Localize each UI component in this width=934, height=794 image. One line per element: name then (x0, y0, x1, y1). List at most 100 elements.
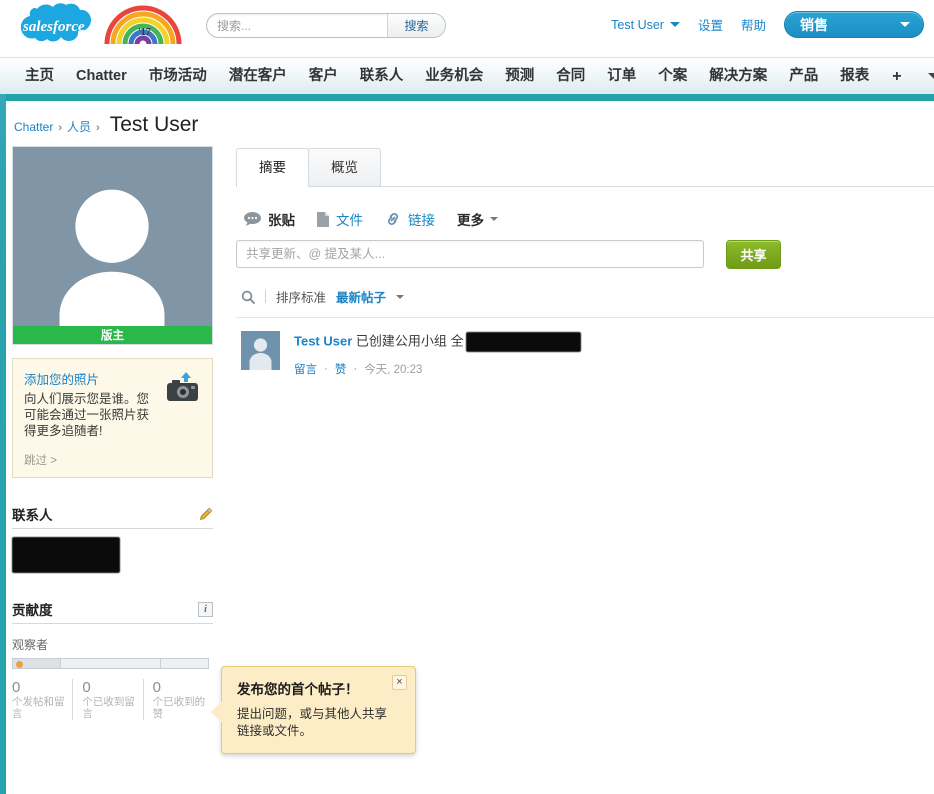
nav-tab-orders[interactable]: 订单 (596, 60, 647, 93)
tab-overview[interactable]: 概览 (308, 148, 381, 186)
share-button[interactable]: 共享 (726, 240, 781, 269)
page-body: 版主 添加您的照片 向人们展示您是谁。您可能会通过一张照片获得更多追随者! 跳过… (0, 146, 934, 720)
contacts-header: 联系人 (12, 504, 213, 529)
user-avatar-icon (249, 338, 272, 370)
edit-contacts-button[interactable] (198, 507, 213, 522)
nav-tab-forecasts[interactable]: 预测 (494, 60, 545, 93)
nav-tab-contracts[interactable]: 合同 (545, 60, 596, 93)
feed-post-author[interactable]: Test User (294, 333, 352, 348)
divider (265, 290, 266, 303)
nav-tab-campaigns[interactable]: 市场活动 (138, 60, 218, 93)
info-icon[interactable]: i (198, 601, 213, 617)
nav-tab-home[interactable]: 主页 (14, 60, 65, 93)
pencil-icon (199, 507, 213, 520)
contribution-section: 贡献度 i 观察者 0 个发帖和留言 0 个已收到留言 0 个已收到的赞 (12, 599, 213, 720)
tooltip-close-button[interactable]: × (392, 675, 407, 690)
breadcrumb-root[interactable]: Chatter (14, 120, 53, 134)
contacts-title: 联系人 (12, 508, 53, 523)
app-selector[interactable]: 销售 (784, 11, 924, 38)
stat-value: 0 (152, 679, 161, 696)
stat-comments-received: 0 个已收到留言 (72, 679, 142, 720)
chevron-down-icon (490, 217, 498, 221)
publisher-more-button[interactable]: 更多 (457, 209, 498, 229)
comment-link[interactable]: 留言 (294, 361, 317, 377)
nav-tab-solutions[interactable]: 解决方案 (698, 60, 778, 93)
salesforce-logo[interactable]: salesforce '17 (7, 0, 182, 52)
publisher-action-link[interactable]: 链接 (385, 209, 435, 229)
svg-text:salesforce: salesforce (22, 19, 85, 35)
publisher-action-label: 链接 (408, 213, 435, 228)
nav-tab-reports[interactable]: 报表 (829, 60, 880, 93)
profile-main: 摘要 概览 张贴 文件 链接 更多 共享更新、@ 提及某人... 共享 排序标准… (214, 146, 934, 720)
sort-value[interactable]: 最新帖子 (336, 287, 386, 306)
help-link[interactable]: 帮助 (741, 15, 766, 34)
meta-separator: · (324, 363, 328, 375)
search-button[interactable]: 搜索 (387, 14, 445, 37)
nav-tab-chatter[interactable]: Chatter (65, 60, 138, 93)
left-accent-stripe (0, 57, 6, 794)
file-icon (317, 211, 329, 227)
chevron-down-icon[interactable] (396, 294, 405, 299)
tooltip-title: 发布您的首个帖子！ (237, 682, 359, 697)
setup-link[interactable]: 设置 (698, 15, 723, 34)
progress-segment (61, 659, 161, 668)
stat-value: 0 (12, 679, 21, 696)
feed-post-timestamp: 今天, 20:23 (364, 364, 423, 376)
feed-post-target[interactable]: 全 (451, 333, 464, 348)
chat-bubble-icon (244, 212, 261, 226)
nav-tab-opportunities[interactable]: 业务机会 (414, 60, 494, 93)
add-photo-prompt: 添加您的照片 向人们展示您是谁。您可能会通过一张照片获得更多追随者! 跳过 > (12, 358, 213, 478)
feed-post-action: 已创建公用小组 (355, 333, 447, 349)
publisher-action-file[interactable]: 文件 (317, 209, 363, 229)
nav-tab-leads[interactable]: 潜在客户 (218, 60, 298, 93)
nav-tab-cases[interactable]: 个案 (647, 60, 698, 93)
primary-nav: 主页 Chatter 市场活动 潜在客户 客户 联系人 业务机会 预测 合同 订… (0, 57, 934, 94)
avatar[interactable] (241, 331, 280, 370)
nav-tab-contacts[interactable]: 联系人 (349, 60, 415, 93)
nav-tab-accounts[interactable]: 客户 (298, 60, 349, 93)
user-menu[interactable]: Test User (611, 18, 680, 32)
app-root: salesforce '17 搜索... 搜索 Test User 设置 帮助 … (0, 0, 934, 794)
publisher-more-label: 更多 (457, 213, 484, 228)
publisher-actions: 张贴 文件 链接 更多 (236, 209, 934, 229)
publisher-action-label: 张贴 (268, 213, 295, 228)
breadcrumb-parent[interactable]: 人员 (67, 118, 91, 135)
search-input[interactable] (207, 14, 387, 37)
breadcrumb-separator: › (96, 122, 100, 134)
app-selector-label: 销售 (800, 16, 828, 33)
feed-post-body: Test User 已创建公用小组 全 留言 · 赞 · 今天, 20:23 (294, 331, 934, 377)
tab-feed[interactable]: 摘要 (236, 148, 309, 187)
publisher-composer: 共享 (236, 240, 934, 269)
stat-label: 个已收到的赞 (152, 696, 206, 720)
feed-post-text: Test User 已创建公用小组 全 (294, 332, 934, 352)
nav-tab-products[interactable]: 产品 (778, 60, 829, 93)
nav-accent-band (0, 94, 934, 101)
chevron-down-icon (669, 22, 680, 27)
user-menu-label: Test User (611, 17, 664, 32)
breadcrumb: Chatter › 人员 › Test User (0, 101, 934, 146)
like-link[interactable]: 赞 (335, 361, 347, 377)
stat-label: 个发帖和留言 (12, 696, 65, 720)
breadcrumb-separator: › (58, 122, 63, 134)
feed-post-meta: 留言 · 赞 · 今天, 20:23 (294, 361, 934, 377)
skip-photo-link[interactable]: 跳过 > (24, 452, 201, 468)
publisher-action-post[interactable]: 张贴 (244, 209, 295, 229)
add-photo-description: 向人们展示您是谁。您可能会通过一张照片获得更多追随者! (24, 392, 150, 438)
feed-search-button[interactable] (241, 290, 255, 304)
rainbow-anniversary-icon: '17 (103, 0, 183, 45)
global-search[interactable]: 搜索 (206, 13, 446, 38)
meta-separator: · (353, 363, 358, 375)
chevron-down-icon (900, 22, 910, 27)
post-input[interactable] (236, 240, 704, 268)
feed-post-redacted (465, 332, 581, 352)
contribution-header: 贡献度 i (12, 599, 213, 624)
feed-controls: 排序标准 最新帖子 (236, 287, 934, 318)
search-icon (241, 290, 255, 304)
profile-tabs: 摘要 概览 (236, 146, 934, 187)
add-tab-button[interactable]: + (880, 60, 913, 93)
contribution-title: 贡献度 (12, 603, 53, 618)
contribution-progress (12, 658, 209, 669)
feed-post: Test User 已创建公用小组 全 留言 · 赞 · 今天, 20:23 (236, 318, 934, 377)
nav-overflow-button[interactable] (914, 73, 934, 79)
profile-photo[interactable]: 版主 (12, 146, 213, 345)
